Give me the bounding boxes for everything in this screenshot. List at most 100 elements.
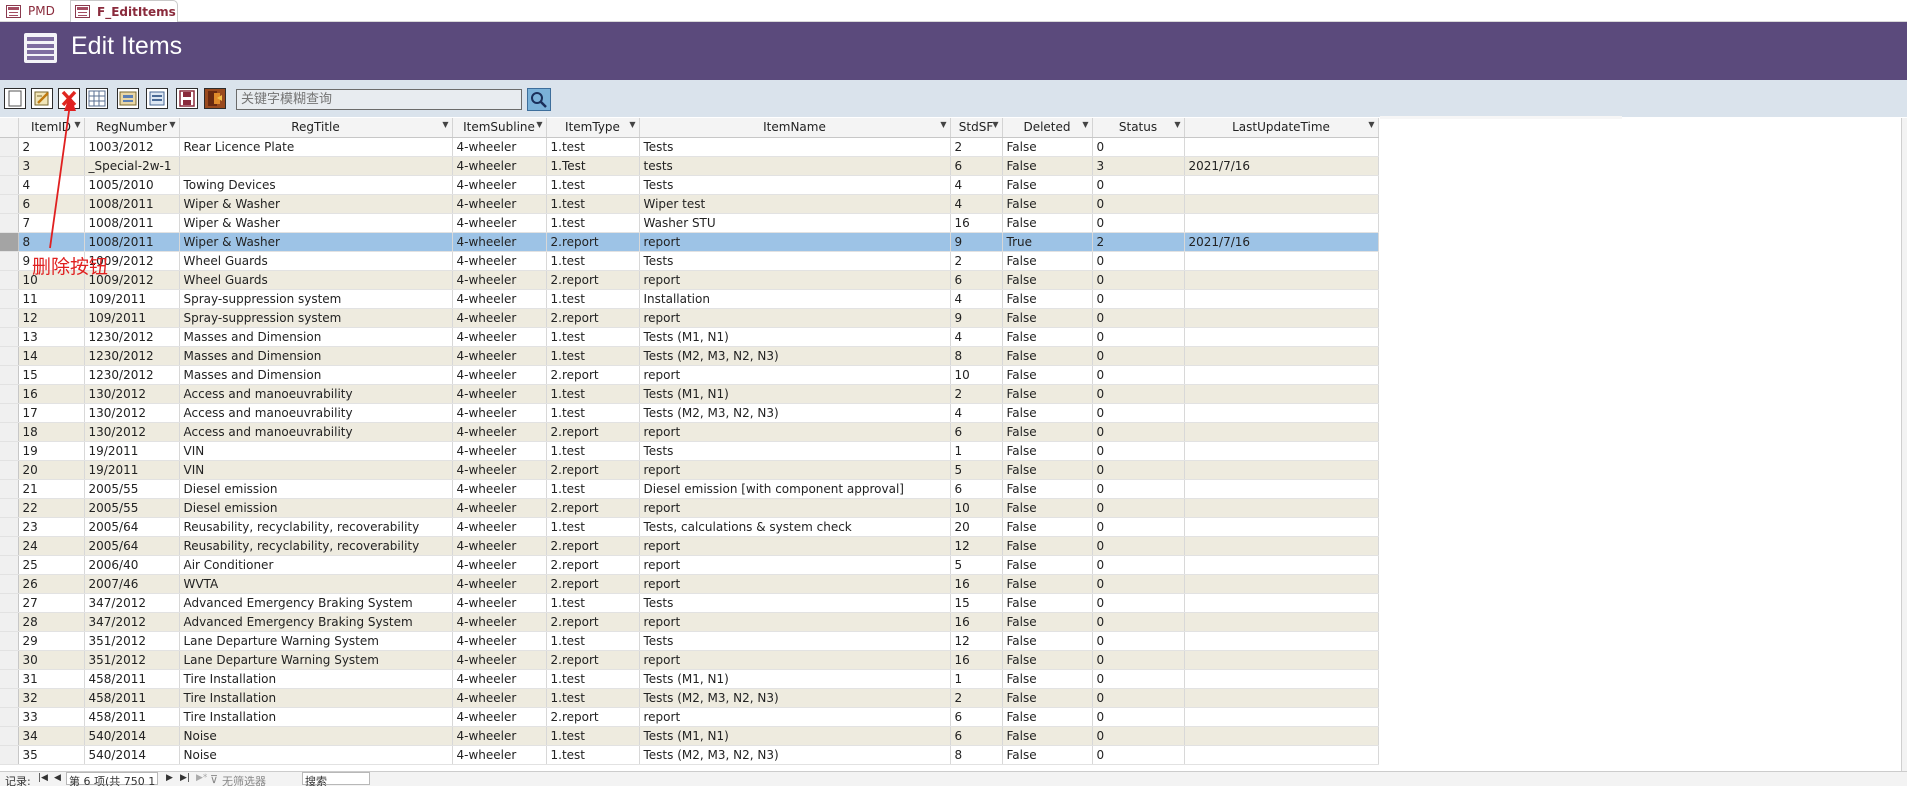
table-row[interactable]: 19 19/2011 VIN 4-wheeler 1.test Tests 1 False 0 (0, 441, 1379, 461)
cell-regtitle[interactable]: Tire Installation (179, 707, 453, 727)
cell-regtitle[interactable]: Wheel Guards (179, 251, 453, 271)
cell-itemid[interactable]: 29 (18, 631, 85, 651)
cell-itemname[interactable]: Tests (M1, N1) (639, 726, 951, 746)
cell-stdsf[interactable]: 4 (950, 194, 1003, 214)
cell-regnumber[interactable]: 130/2012 (84, 422, 180, 442)
cell-regtitle[interactable]: Tire Installation (179, 669, 453, 689)
cell-itemtype[interactable]: 2.report (546, 536, 640, 556)
cell-regtitle[interactable]: Reusability, recyclability, recoverabili… (179, 536, 453, 556)
cell-itemid[interactable]: 7 (18, 213, 85, 233)
cell-stdsf[interactable]: 12 (950, 631, 1003, 651)
cell-deleted[interactable]: False (1002, 498, 1093, 518)
row-selector[interactable] (0, 745, 19, 765)
row-selector[interactable] (0, 422, 19, 442)
cell-regnumber[interactable]: 2005/64 (84, 536, 180, 556)
cell-regnumber[interactable]: 19/2011 (84, 441, 180, 461)
cell-stdsf[interactable]: 9 (950, 308, 1003, 328)
cell-regtitle[interactable]: Access and manoeuvrability (179, 403, 453, 423)
cell-regtitle[interactable]: Noise (179, 745, 453, 765)
row-selector[interactable] (0, 251, 19, 271)
cell-regnumber[interactable]: 1008/2011 (84, 232, 180, 252)
table-row[interactable]: 32 458/2011 Tire Installation 4-wheeler 1.te… (0, 688, 1379, 708)
cell-stdsf[interactable]: 8 (950, 346, 1003, 366)
cell-stdsf[interactable]: 6 (950, 479, 1003, 499)
cell-lastupdatetime[interactable] (1184, 745, 1379, 765)
cell-itemtype[interactable]: 2.report (546, 574, 640, 594)
cell-deleted[interactable]: False (1002, 175, 1093, 195)
cell-status[interactable]: 0 (1092, 612, 1185, 632)
cell-itemsubline[interactable]: 4-wheeler (452, 688, 547, 708)
cell-itemname[interactable]: report (639, 308, 951, 328)
cell-stdsf[interactable]: 10 (950, 365, 1003, 385)
cell-itemname[interactable]: Tests (M1, N1) (639, 327, 951, 347)
cell-itemid[interactable]: 15 (18, 365, 85, 385)
cell-deleted[interactable]: False (1002, 536, 1093, 556)
cell-regtitle[interactable]: Reusability, recyclability, recoverabili… (179, 517, 453, 537)
cell-itemname[interactable]: report (639, 555, 951, 575)
new-record-button[interactable] (4, 88, 26, 109)
cell-lastupdatetime[interactable] (1184, 308, 1379, 328)
cell-regtitle[interactable]: Wheel Guards (179, 270, 453, 290)
cell-regnumber[interactable]: 351/2012 (84, 631, 180, 651)
cell-itemsubline[interactable]: 4-wheeler (452, 498, 547, 518)
cell-regnumber[interactable]: 458/2011 (84, 688, 180, 708)
row-selector[interactable] (0, 460, 19, 480)
table-row[interactable]: 34 540/2014 Noise 4-wheeler 1.test Tests (M1,… (0, 726, 1379, 746)
cell-itemname[interactable]: Tests (M2, M3, N2, N3) (639, 688, 951, 708)
cell-itemid[interactable]: 11 (18, 289, 85, 309)
cell-regtitle[interactable]: Tire Installation (179, 688, 453, 708)
table-row[interactable]: 29 351/2012 Lane Departure Warning System 4… (0, 631, 1379, 651)
cell-itemtype[interactable]: 1.test (546, 137, 640, 157)
cell-itemid[interactable]: 26 (18, 574, 85, 594)
row-selector[interactable] (0, 403, 19, 423)
cell-lastupdatetime[interactable] (1184, 726, 1379, 746)
cell-stdsf[interactable]: 2 (950, 688, 1003, 708)
cell-regnumber[interactable]: 109/2011 (84, 308, 180, 328)
cell-itemtype[interactable]: 2.report (546, 308, 640, 328)
cell-lastupdatetime[interactable] (1184, 289, 1379, 309)
filter-arrow-icon[interactable]: ▼ (1082, 120, 1088, 129)
cell-itemtype[interactable]: 1.test (546, 688, 640, 708)
filter-arrow-icon[interactable]: ▼ (442, 120, 448, 129)
table-row[interactable]: 27 347/2012 Advanced Emergency Braking Sys… (0, 593, 1379, 613)
row-selector[interactable] (0, 213, 19, 233)
no-filter-label[interactable]: 无筛选器 (222, 773, 266, 786)
cell-status[interactable]: 0 (1092, 555, 1185, 575)
cell-stdsf[interactable]: 2 (950, 384, 1003, 404)
cell-lastupdatetime[interactable] (1184, 517, 1379, 537)
cell-status[interactable]: 0 (1092, 726, 1185, 746)
cell-deleted[interactable]: True (1002, 232, 1093, 252)
cell-status[interactable]: 0 (1092, 688, 1185, 708)
cell-deleted[interactable]: False (1002, 346, 1093, 366)
open-form-button[interactable] (117, 88, 139, 109)
cell-regtitle[interactable]: VIN (179, 441, 453, 461)
cell-status[interactable]: 0 (1092, 213, 1185, 233)
select-all-corner[interactable] (0, 118, 19, 138)
table-row[interactable]: 12 109/2011 Spray-suppression system 4-whee… (0, 308, 1379, 328)
cell-itemname[interactable]: report (639, 422, 951, 442)
cell-lastupdatetime[interactable] (1184, 213, 1379, 233)
cell-regtitle[interactable]: Advanced Emergency Braking System (179, 612, 453, 632)
cell-itemid[interactable]: 32 (18, 688, 85, 708)
edit-record-button[interactable] (31, 88, 53, 109)
cell-regtitle[interactable]: Noise (179, 726, 453, 746)
cell-status[interactable]: 0 (1092, 460, 1185, 480)
cell-regnumber[interactable]: 458/2011 (84, 707, 180, 727)
filter-arrow-icon[interactable]: ▼ (1174, 120, 1180, 129)
cell-itemtype[interactable]: 1.test (546, 175, 640, 195)
cell-itemsubline[interactable]: 4-wheeler (452, 346, 547, 366)
cell-itemname[interactable]: Tests (639, 251, 951, 271)
table-row[interactable]: 10 1009/2012 Wheel Guards 4-wheeler 2.report… (0, 270, 1379, 290)
cell-regnumber[interactable]: 130/2012 (84, 403, 180, 423)
cell-deleted[interactable]: False (1002, 612, 1093, 632)
cell-regtitle[interactable]: Access and manoeuvrability (179, 422, 453, 442)
cell-regnumber[interactable]: 458/2011 (84, 669, 180, 689)
cell-lastupdatetime[interactable] (1184, 669, 1379, 689)
cell-itemid[interactable]: 13 (18, 327, 85, 347)
cell-stdsf[interactable]: 1 (950, 441, 1003, 461)
cell-regtitle[interactable]: Masses and Dimension (179, 346, 453, 366)
new-record-icon[interactable]: ▶* (196, 773, 207, 783)
cell-itemid[interactable]: 14 (18, 346, 85, 366)
cell-status[interactable]: 0 (1092, 365, 1185, 385)
cell-itemsubline[interactable]: 4-wheeler (452, 289, 547, 309)
